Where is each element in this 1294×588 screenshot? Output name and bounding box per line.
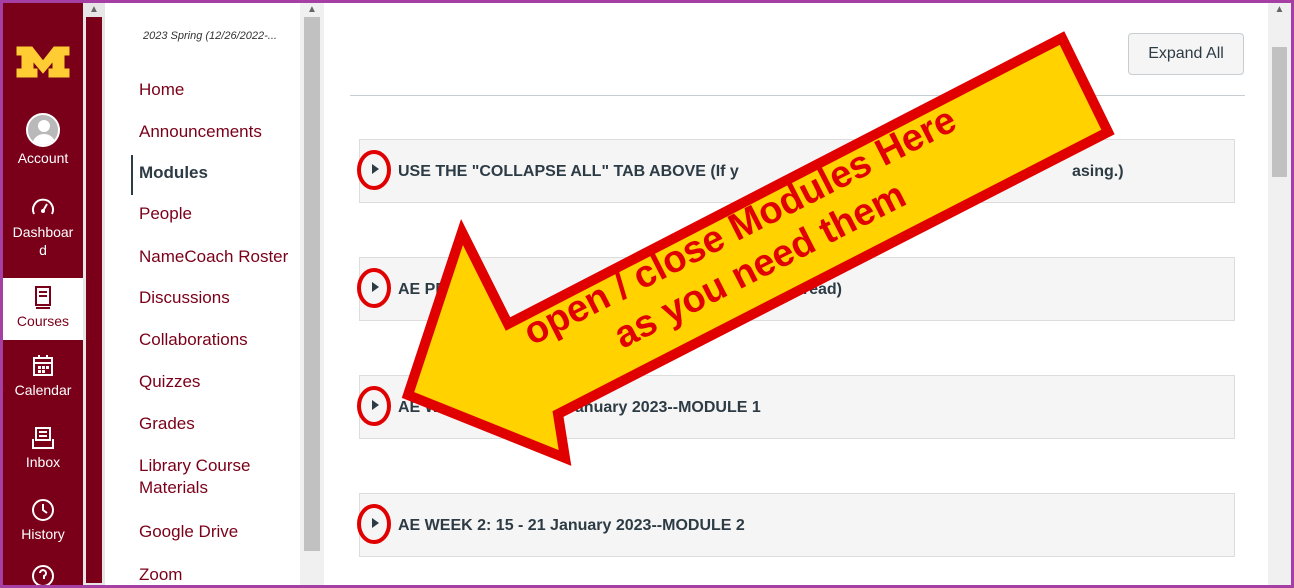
global-nav-scrollbar[interactable]: ▲ (83, 3, 105, 585)
scrollbar-thumb[interactable] (304, 17, 320, 551)
course-nav-zoom[interactable]: Zoom (139, 564, 182, 586)
global-nav-dashboard-label: Dashboar d (12, 224, 74, 258)
header-divider (350, 95, 1245, 96)
dashboard-icon (32, 198, 54, 215)
course-nav-grades[interactable]: Grades (139, 413, 195, 435)
course-nav-quizzes[interactable]: Quizzes (139, 371, 200, 393)
course-nav-announcements[interactable]: Announcements (139, 121, 262, 143)
course-nav-scrollbar[interactable]: ▲ (300, 3, 324, 585)
block-m-logo-icon (16, 46, 70, 78)
module-title: AE W (398, 399, 440, 416)
global-nav-courses[interactable]: Courses (3, 278, 83, 340)
course-nav-collaborations[interactable]: Collaborations (139, 329, 248, 351)
scroll-up-arrow-icon[interactable]: ▲ (1268, 3, 1291, 17)
global-nav-courses-label: Courses (16, 313, 70, 329)
course-nav-people[interactable]: People (139, 203, 192, 225)
course-nav-namecoach-roster[interactable]: NameCoach Roster (139, 246, 288, 268)
module-header[interactable]: USE THE "COLLAPSE ALL" TAB ABOVE (If y a… (359, 139, 1235, 203)
scroll-up-arrow-icon[interactable]: ▲ (300, 3, 324, 17)
global-nav-account[interactable]: Account (3, 113, 83, 167)
course-nav-modules[interactable]: Modules (139, 162, 208, 184)
course-nav-library-course-materials[interactable]: Library Course Materials (139, 455, 251, 499)
course-nav-discussions[interactable]: Discussions (139, 287, 230, 309)
scroll-up-arrow-icon[interactable]: ▲ (83, 3, 105, 17)
courses-icon (35, 286, 51, 309)
global-nav-inbox[interactable]: Inbox (3, 425, 83, 471)
calendar-icon (33, 355, 53, 376)
help-icon (32, 565, 54, 585)
module-header[interactable]: AE W January 2023--MODULE 1 (359, 375, 1235, 439)
module-header[interactable]: AE PR E, but read) (359, 257, 1235, 321)
global-nav-account-label: Account (17, 150, 69, 166)
expand-caret-icon[interactable] (372, 400, 379, 410)
global-nav-inbox-label: Inbox (25, 454, 61, 470)
global-nav-dashboard[interactable]: Dashboar d (3, 195, 83, 259)
module-title: AE WEEK 2: 15 - 21 January 2023--MODULE … (398, 517, 745, 534)
global-navigation: Account Dashboar d Courses Calendar Inbo… (3, 3, 83, 585)
module-header[interactable]: AE WEEK 2: 15 - 21 January 2023--MODULE … (359, 493, 1235, 557)
modules-content: Expand All USE THE "COLLAPSE ALL" TAB AB… (324, 3, 1268, 585)
course-nav-home[interactable]: Home (139, 79, 184, 101)
course-nav-google-drive[interactable]: Google Drive (139, 521, 238, 543)
module-title: AE PR (398, 281, 447, 298)
global-nav-calendar[interactable]: Calendar (3, 353, 83, 399)
module-title-tail: January 2023--MODULE 1 (566, 399, 761, 416)
course-navigation: 2023 Spring (12/26/2022-... Home Announc… (105, 3, 300, 585)
active-item-indicator (131, 155, 133, 195)
scrollbar-thumb[interactable] (1272, 47, 1287, 177)
course-term: 2023 Spring (12/26/2022-... (143, 30, 277, 42)
university-logo[interactable] (3, 31, 83, 91)
module-title-tail: asing.) (1072, 163, 1124, 180)
expand-caret-icon[interactable] (372, 164, 379, 174)
history-icon (32, 499, 54, 521)
expand-caret-icon[interactable] (372, 518, 379, 528)
global-nav-help[interactable] (3, 563, 83, 585)
inbox-icon (32, 427, 54, 449)
global-nav-history-label: History (21, 526, 65, 542)
global-nav-calendar-label: Calendar (14, 382, 72, 398)
avatar (26, 113, 60, 147)
scrollbar-thumb[interactable] (86, 17, 102, 583)
module-title-tail: E, but read) (754, 281, 843, 298)
global-nav-history[interactable]: History (3, 497, 83, 543)
page-scrollbar[interactable]: ▲ (1268, 3, 1291, 585)
expand-caret-icon[interactable] (372, 282, 379, 292)
expand-all-button[interactable]: Expand All (1128, 33, 1244, 75)
module-title: USE THE "COLLAPSE ALL" TAB ABOVE (If y (398, 163, 739, 180)
